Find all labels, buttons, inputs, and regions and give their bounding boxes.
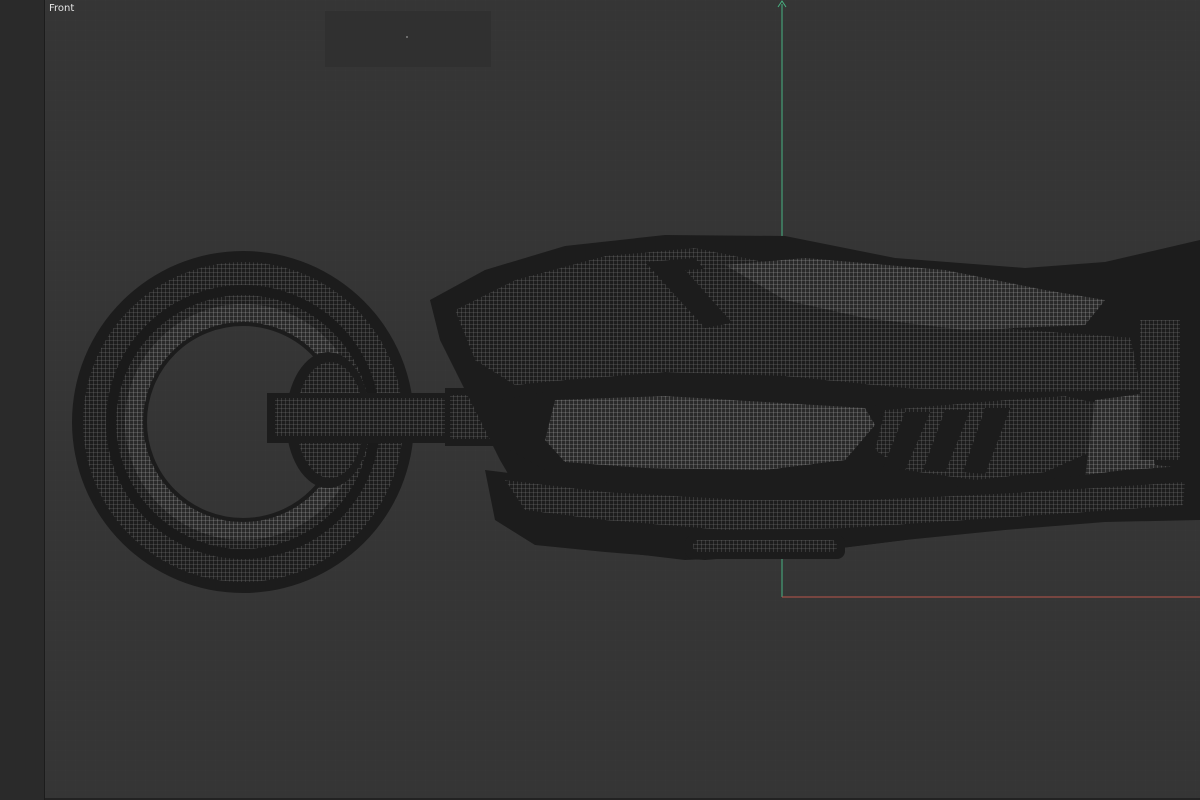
viewport-scene[interactable]	[45, 0, 1200, 798]
viewport-label[interactable]: Front	[49, 3, 74, 14]
3d-modeling-app: Front	[0, 0, 1200, 800]
left-toolbar-strip	[0, 0, 45, 800]
navigation-cube-icon[interactable]	[325, 11, 491, 67]
navigation-cube-center	[406, 36, 408, 38]
front-viewport[interactable]: Front	[45, 0, 1200, 800]
